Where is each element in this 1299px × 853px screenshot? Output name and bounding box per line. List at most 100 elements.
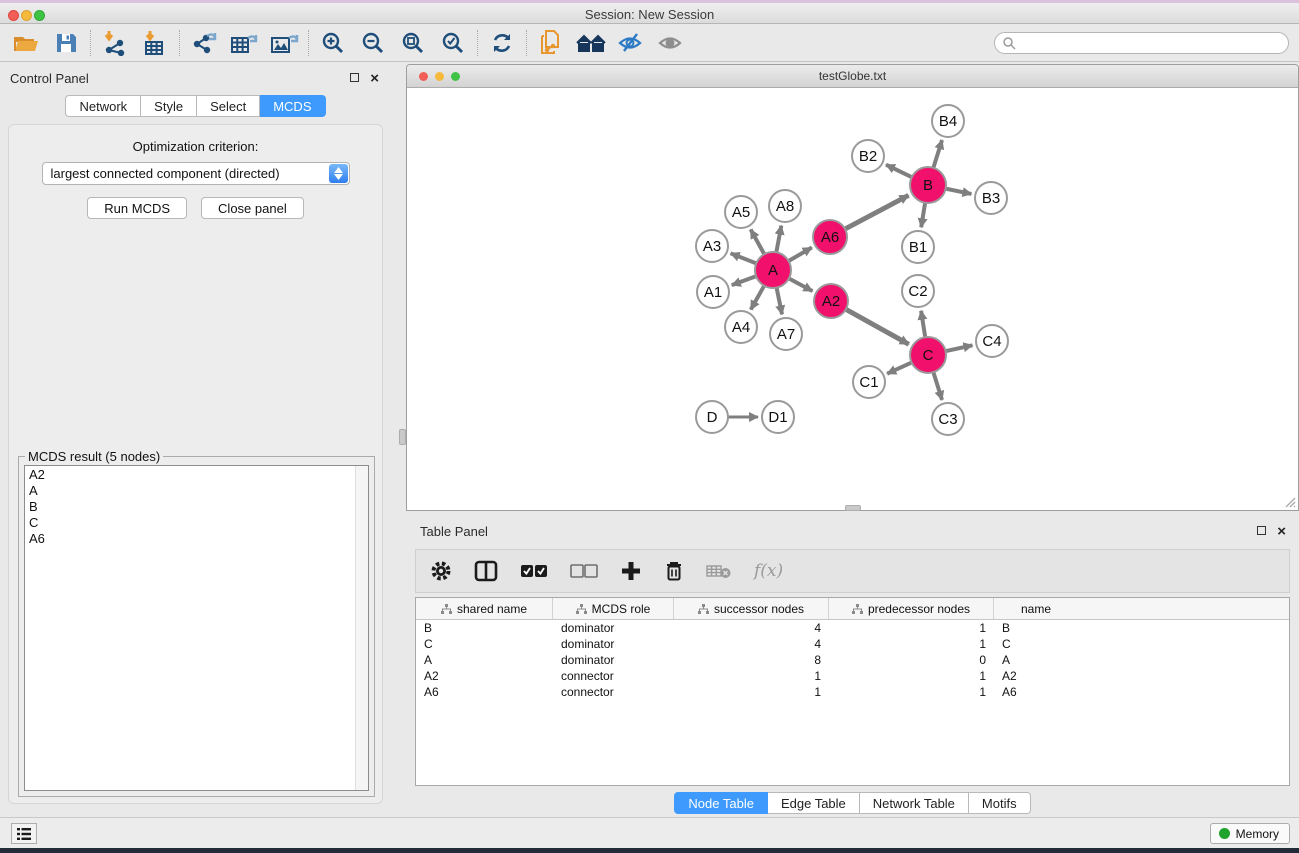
graph-edge-A-A1[interactable] xyxy=(732,276,758,286)
settings-gear-icon[interactable] xyxy=(430,560,452,582)
splitter-grip-left[interactable] xyxy=(399,429,406,445)
graph-edge-B-B2[interactable] xyxy=(886,165,914,178)
zoom-fit-icon[interactable] xyxy=(393,27,433,59)
memory-label: Memory xyxy=(1236,827,1279,841)
list-item[interactable]: C xyxy=(29,515,368,531)
first-neighbors-icon[interactable] xyxy=(571,27,611,59)
cell-name: B xyxy=(994,621,1078,635)
node-table[interactable]: shared name MCDS role successor nodes pr… xyxy=(415,597,1290,786)
network-graph[interactable]: AA1A2A3A4A5A6A7A8BB1B2B3B4CC1C2C3C4DD1 xyxy=(407,88,1298,510)
tab-select[interactable]: Select xyxy=(197,95,260,117)
graph-edge-A2-C[interactable] xyxy=(844,308,909,344)
tab-mcds[interactable]: MCDS xyxy=(260,95,325,117)
table-tabs: Node Table Edge Table Network Table Moti… xyxy=(406,792,1299,814)
float-panel-icon[interactable] xyxy=(350,73,359,82)
close-panel-button[interactable]: Close panel xyxy=(201,197,304,219)
graph-edge-A-A2[interactable] xyxy=(787,278,812,292)
search-field[interactable] xyxy=(994,32,1289,54)
unselect-all-columns-icon[interactable] xyxy=(570,563,598,579)
tab-network[interactable]: Network xyxy=(65,95,141,117)
apply-layout-icon[interactable] xyxy=(482,27,522,59)
table-row[interactable]: A2 connector 1 1 A2 xyxy=(416,668,1289,684)
graph-node-label: A6 xyxy=(821,229,839,246)
delete-table-icon xyxy=(706,563,732,579)
table-row[interactable]: A6 connector 1 1 A6 xyxy=(416,684,1289,700)
export-table-icon[interactable] xyxy=(224,27,264,59)
delete-column-icon[interactable] xyxy=(664,560,684,582)
search-input[interactable] xyxy=(1016,34,1288,52)
optimization-criterion-dropdown[interactable]: largest connected component (directed) xyxy=(42,162,350,185)
table-row[interactable]: B dominator 4 1 B xyxy=(416,620,1289,636)
network-canvas[interactable]: AA1A2A3A4A5A6A7A8BB1B2B3B4CC1C2C3C4DD1 xyxy=(407,88,1298,510)
hierarchy-icon xyxy=(576,604,587,614)
memory-status-icon xyxy=(1219,828,1230,839)
table-toolbar: f(x) xyxy=(415,549,1290,593)
graph-node-label: B3 xyxy=(982,190,1000,207)
memory-button[interactable]: Memory xyxy=(1210,823,1290,844)
list-item[interactable]: B xyxy=(29,499,368,515)
cell-successor-nodes: 4 xyxy=(674,621,829,635)
tab-motifs[interactable]: Motifs xyxy=(969,792,1031,814)
graph-node-label: D xyxy=(707,409,718,426)
export-network-icon[interactable] xyxy=(184,27,224,59)
tab-style[interactable]: Style xyxy=(141,95,197,117)
column-header-successor-nodes[interactable]: successor nodes xyxy=(674,598,829,619)
select-all-columns-icon[interactable] xyxy=(520,563,548,579)
column-header-predecessor-nodes[interactable]: predecessor nodes xyxy=(829,598,994,619)
graph-edge-A6-B[interactable] xyxy=(843,195,908,230)
close-table-panel-icon[interactable]: × xyxy=(1277,527,1286,536)
hierarchy-icon xyxy=(698,604,709,614)
column-view-icon[interactable] xyxy=(474,560,498,582)
zoom-selected-icon[interactable] xyxy=(433,27,473,59)
close-panel-icon[interactable]: × xyxy=(370,74,379,83)
list-item[interactable]: A2 xyxy=(29,467,368,483)
list-item[interactable]: A6 xyxy=(29,531,368,547)
graph-edge-C-C2[interactable] xyxy=(921,311,925,339)
zoom-in-icon[interactable] xyxy=(313,27,353,59)
zoom-out-icon[interactable] xyxy=(353,27,393,59)
export-image-icon[interactable] xyxy=(264,27,304,59)
column-header-shared-name[interactable]: shared name xyxy=(416,598,553,619)
graph-edge-B-B1[interactable] xyxy=(921,201,925,227)
graph-edge-A-A8[interactable] xyxy=(776,226,781,255)
graph-edge-A-A4[interactable] xyxy=(751,284,765,310)
hide-graphics-details-icon[interactable] xyxy=(611,27,651,59)
mcds-result-list[interactable]: A2 A B C A6 xyxy=(24,465,369,791)
column-header-mcds-role[interactable]: MCDS role xyxy=(553,598,674,619)
graph-edge-C-C4[interactable] xyxy=(944,345,973,351)
graph-edge-A-A7[interactable] xyxy=(776,286,782,315)
window-resize-grip[interactable] xyxy=(1282,494,1296,508)
new-network-from-selection-icon[interactable] xyxy=(531,27,571,59)
import-network-icon[interactable] xyxy=(95,27,135,59)
list-item[interactable]: A xyxy=(29,483,368,499)
cell-successor-nodes: 1 xyxy=(674,669,829,683)
graph-edge-B-B3[interactable] xyxy=(944,188,972,194)
graph-edge-A-A5[interactable] xyxy=(751,230,766,256)
graph-node-label: C2 xyxy=(908,283,927,300)
show-graphics-details-icon[interactable] xyxy=(651,27,691,59)
graph-edge-B-B4[interactable] xyxy=(933,140,942,170)
mcds-result-groupbox: MCDS result (5 nodes) A2 A B C A6 xyxy=(18,456,375,797)
table-row[interactable]: A dominator 8 0 A xyxy=(416,652,1289,668)
run-mcds-button[interactable]: Run MCDS xyxy=(87,197,187,219)
column-header-name[interactable]: name xyxy=(994,598,1078,619)
network-window-titlebar[interactable]: testGlobe.txt xyxy=(407,65,1298,88)
float-table-panel-icon[interactable] xyxy=(1257,526,1266,535)
save-session-icon[interactable] xyxy=(46,27,86,59)
tab-edge-table[interactable]: Edge Table xyxy=(768,792,860,814)
task-history-button[interactable] xyxy=(11,823,37,844)
graph-edge-A-A3[interactable] xyxy=(731,253,758,264)
open-session-icon[interactable] xyxy=(6,27,46,59)
list-scrollbar[interactable] xyxy=(355,466,368,790)
import-table-icon[interactable] xyxy=(135,27,175,59)
dropdown-stepper-icon xyxy=(329,164,348,183)
tab-network-table[interactable]: Network Table xyxy=(860,792,969,814)
graph-edge-C-C3[interactable] xyxy=(933,370,942,400)
add-column-icon[interactable] xyxy=(620,560,642,582)
table-row[interactable]: C dominator 4 1 C xyxy=(416,636,1289,652)
graph-node-label: A3 xyxy=(703,238,721,255)
graph-edge-C-C1[interactable] xyxy=(887,362,913,374)
tab-node-table[interactable]: Node Table xyxy=(674,792,768,814)
toolbar-separator xyxy=(90,30,91,56)
graph-edge-A-A6[interactable] xyxy=(787,248,812,262)
